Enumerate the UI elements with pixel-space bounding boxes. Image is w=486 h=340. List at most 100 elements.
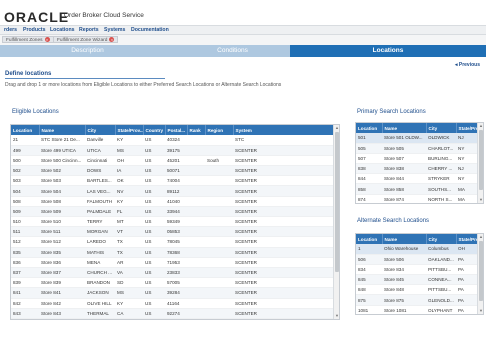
table-row[interactable]: 848 Store 848 PITTSBU... PA <box>356 284 479 296</box>
table-cell: Store 500 Cincinn... <box>39 155 85 167</box>
table-row[interactable]: 505 Store 505 CHARLOT... NY <box>356 143 479 154</box>
table-row[interactable]: 507 Store 507 BURLING... NY <box>356 153 479 165</box>
column-header[interactable]: Postal... <box>165 125 188 135</box>
column-header[interactable]: Name <box>382 123 427 133</box>
close-icon[interactable]: × <box>109 37 115 43</box>
primary-search-locations-table[interactable]: Location Name City State/Prov 501 Store 501 … <box>355 122 484 204</box>
table-row[interactable]: 506 Store 506 OAKLAND... PA <box>356 254 479 265</box>
table-cell: Store 844 <box>382 173 426 185</box>
scroll-up-icon[interactable]: ▲ <box>478 234 483 240</box>
table-row[interactable]: 837 Store 837 CHURCH ... VA US 23833 SCENTER <box>11 267 335 279</box>
table-cell: NY <box>456 143 479 154</box>
scroll-thumb[interactable] <box>335 132 339 272</box>
close-icon[interactable]: × <box>44 37 50 43</box>
scroll-up-icon[interactable]: ▲ <box>478 123 483 129</box>
scroll-thumb[interactable] <box>479 130 483 190</box>
table-row[interactable]: 842 Store 842 OLIVE HILL KY US 41164 SCENTER <box>11 298 335 309</box>
alternate-search-locations-table[interactable]: Location Name City State/Prov 1 Ohio Warehou… <box>355 233 484 315</box>
column-header[interactable]: Name <box>382 234 427 244</box>
scroll-down-icon[interactable]: ▼ <box>478 308 483 314</box>
table-row[interactable]: 500 Store 500 Cincinn... Cincinnati OH US 452… <box>11 155 335 167</box>
table-row[interactable]: 504 Store 504 LAS VEG... NV US 89112 SCENTER <box>11 185 335 197</box>
scroll-down-icon[interactable]: ▼ <box>334 313 339 319</box>
column-header[interactable]: State/Prov... <box>115 125 144 135</box>
menu-products[interactable]: Products <box>23 27 45 33</box>
table-row[interactable]: 1 Ohio Warehouse Columbus OH <box>356 244 479 255</box>
vertical-scrollbar[interactable]: ▲ ▼ <box>333 125 339 319</box>
table-cell: GLENOLD... <box>426 294 456 306</box>
table-row[interactable]: 836 Store 836 MENA AR US 71953 SCENTER <box>11 257 335 268</box>
column-header[interactable]: Country <box>143 125 166 135</box>
table-cell: US <box>143 196 165 207</box>
table-row[interactable]: 875 Store 875 GLENOLD... PA <box>356 294 479 306</box>
table-row[interactable]: 858 Store 858 SOUTHS... MA <box>356 183 479 195</box>
table-cell: SCENTER <box>233 155 335 167</box>
scroll-thumb[interactable] <box>479 241 483 301</box>
table-row[interactable]: 502 Store 502 DOWS IA US 50071 SCENTER <box>11 165 335 177</box>
column-header[interactable]: Rank <box>187 125 206 135</box>
table-row[interactable]: 510 Store 510 TERRY MT US 59349 SCENTER <box>11 216 335 228</box>
column-header[interactable]: Region <box>205 125 234 135</box>
table-row[interactable]: 838 Store 838 CHERRY ... NJ <box>356 163 479 175</box>
table-row[interactable]: 503 Store 503 BARTLES... OK US 74004 SCENTER <box>11 175 335 187</box>
train-step-description[interactable]: Description <box>0 45 175 57</box>
menu-reports[interactable]: Reports <box>79 27 99 33</box>
table-cell: NJ <box>456 163 479 175</box>
column-header[interactable]: City <box>426 123 457 133</box>
table-row[interactable]: 508 Store 508 FALMOUTH KY US 41040 SCENTER <box>11 196 335 207</box>
column-header[interactable]: State/Prov <box>456 123 480 133</box>
menu-documentation[interactable]: Documentation <box>131 27 169 33</box>
scroll-up-icon[interactable]: ▲ <box>334 125 339 131</box>
table-cell: 57005 <box>165 277 187 289</box>
main-menu: rders Products Locations Reports Systems… <box>0 25 486 35</box>
table-row[interactable]: 509 Store 509 PALMDALE FL US 33944 SCENTER <box>11 206 335 218</box>
table-cell: 499 <box>11 145 39 156</box>
table-row[interactable]: 845 Store 845 CONNEA... PA <box>356 274 479 286</box>
table-cell: 39284 <box>165 287 187 299</box>
table-row[interactable]: 499 Store 499 UTICA UTICA MS US 39175 SCENTER <box>11 145 335 156</box>
table-cell: SCENTER <box>233 145 335 156</box>
table-row[interactable]: 21 STC Store 21 De... Danville KY US 40324 STC <box>11 135 335 146</box>
table-cell: TX <box>115 247 143 258</box>
column-header[interactable]: Location <box>356 123 383 133</box>
table-cell: MA <box>456 183 479 195</box>
column-header[interactable]: Name <box>39 125 86 135</box>
menu-systems[interactable]: Systems <box>104 27 125 33</box>
eligible-locations-table[interactable]: Location Name City State/Prov... Country Post… <box>10 124 340 320</box>
scroll-down-icon[interactable]: ▼ <box>478 197 483 203</box>
tab-fulfillment-zone-wizard[interactable]: Fulfillment Zone Wizard × <box>53 36 119 43</box>
menu-orders[interactable]: rders <box>4 27 17 33</box>
column-header[interactable]: State/Prov <box>456 234 480 244</box>
train-step-conditions[interactable]: Conditions <box>175 45 290 57</box>
table-row[interactable]: 501 Store 501 OLDW... OLDWICK NJ <box>356 133 479 144</box>
vertical-scrollbar[interactable]: ▲ ▼ <box>477 123 483 203</box>
column-header[interactable]: System <box>233 125 336 135</box>
column-header[interactable]: Location <box>356 234 383 244</box>
table-row[interactable]: 512 Store 512 LAREDO TX US 78045 SCENTER <box>11 236 335 248</box>
tab-fulfillment-zones[interactable]: Fulfillment Zones × <box>2 36 54 43</box>
table-cell: Store 503 <box>39 175 85 187</box>
table-cell: SOUTHS... <box>426 183 456 195</box>
column-header[interactable]: Location <box>11 125 40 135</box>
table-row[interactable]: 834 Store 834 PITTSBU... PA <box>356 264 479 276</box>
previous-button[interactable]: ◂ Previous <box>455 62 480 68</box>
table-cell: MATHIS <box>85 247 115 258</box>
table-row[interactable]: 839 Store 839 BRANDON SD US 57005 SCENTER <box>11 277 335 289</box>
menu-locations[interactable]: Locations <box>50 27 75 33</box>
column-header[interactable]: City <box>426 234 457 244</box>
table-row[interactable]: 874 Store 874 NORTH S... MA <box>356 194 479 203</box>
table-row[interactable]: 843 Store 843 THERMAL CA US 92274 SCENTER <box>11 308 335 319</box>
table-row[interactable]: 1081 Store 1081 OLYPHANT PA <box>356 305 479 314</box>
table-row[interactable]: 511 Store 511 MORGAN VT US 05853 SCENTER <box>11 226 335 238</box>
column-header[interactable]: City <box>85 125 116 135</box>
train-step-locations[interactable]: Locations <box>290 45 486 57</box>
table-cell: Store 845 <box>382 274 426 286</box>
table-cell: 92274 <box>165 308 187 319</box>
table-row[interactable]: 835 Store 835 MATHIS TX US 78368 SCENTER <box>11 247 335 258</box>
table-cell: Store 509 <box>39 206 85 218</box>
table-cell: Store 848 <box>382 284 426 296</box>
table-cell <box>205 298 233 309</box>
table-row[interactable]: 844 Store 844 STRYKER NY <box>356 173 479 185</box>
table-row[interactable]: 841 Store 841 JACKSON MS US 39284 SCENTER <box>11 287 335 299</box>
vertical-scrollbar[interactable]: ▲ ▼ <box>477 234 483 314</box>
